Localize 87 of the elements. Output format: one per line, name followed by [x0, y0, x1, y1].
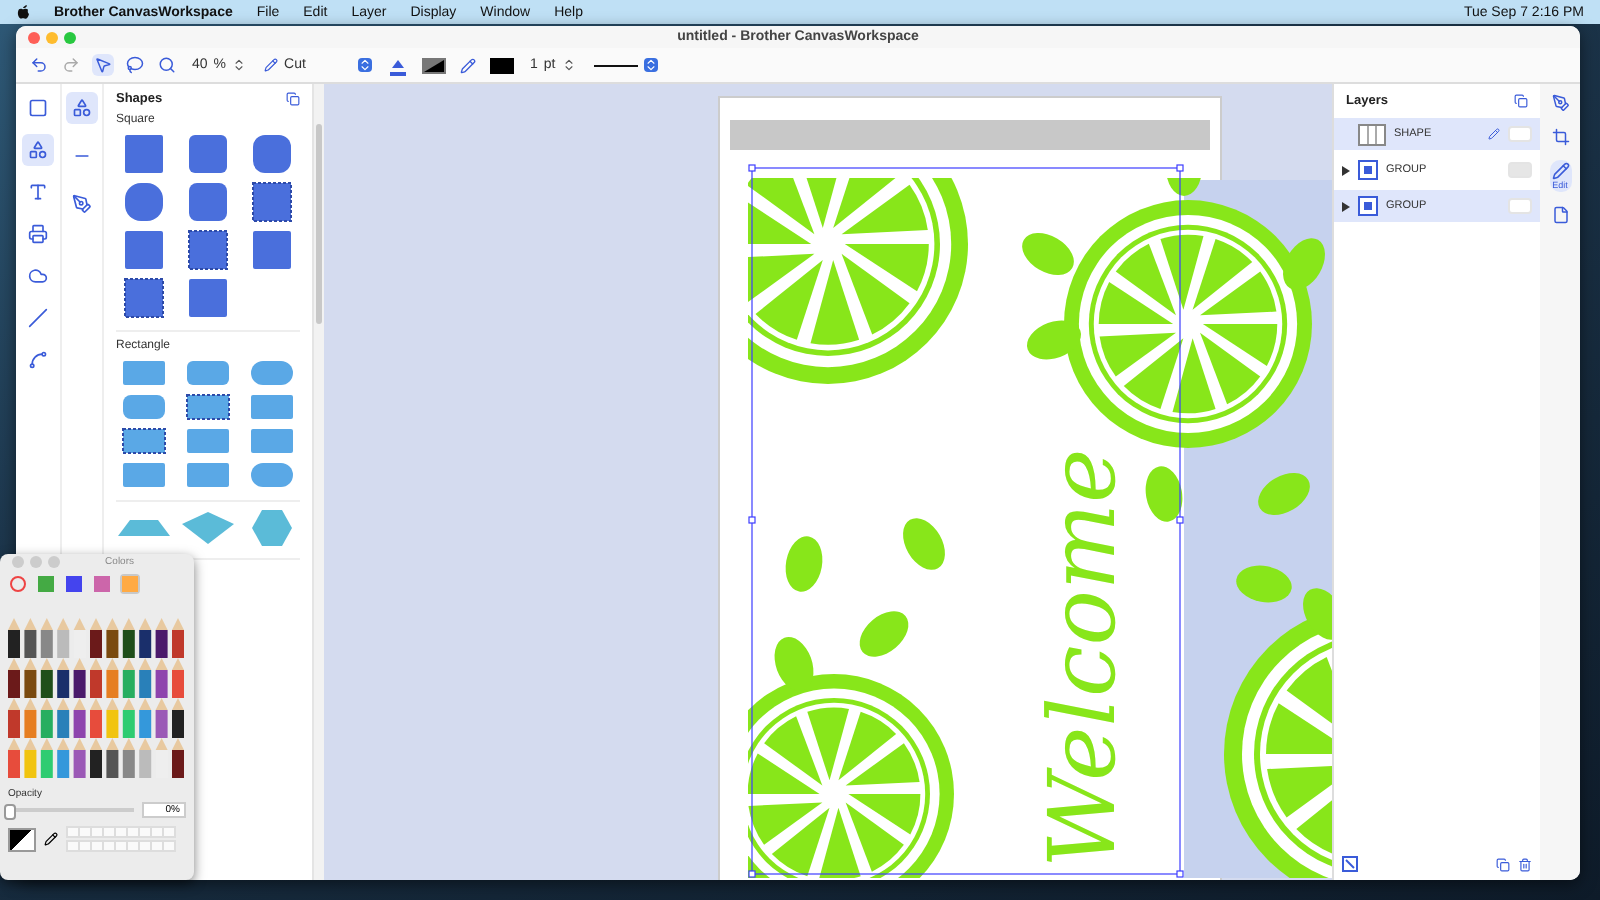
dropdown-icon [643, 58, 658, 72]
shape-icon [188, 182, 228, 222]
visibility-toggle[interactable] [1508, 126, 1532, 142]
pen-tab[interactable] [1549, 92, 1571, 114]
lasso-tool-button[interactable] [124, 54, 146, 76]
page-tab[interactable] [1549, 204, 1571, 226]
visibility-toggle[interactable] [1508, 198, 1532, 214]
line-style-dropdown[interactable] [589, 58, 662, 72]
pointer-icon [94, 56, 112, 74]
shapes-icon [28, 140, 48, 160]
stroke-color-button[interactable] [457, 55, 478, 75]
shape-thumbnail-icon [1358, 123, 1386, 145]
close-button[interactable] [28, 31, 40, 43]
wheel-mode-button[interactable] [8, 574, 28, 594]
pen-icon [264, 58, 279, 72]
expand-arrow-icon [1342, 201, 1350, 211]
eyedropper-icon [44, 832, 58, 846]
shape-icon [124, 278, 164, 318]
search-icon [158, 56, 176, 74]
stepper-icon [561, 58, 576, 72]
shape-icon [186, 428, 230, 454]
redo-icon [62, 56, 80, 74]
pen-icon [1488, 128, 1500, 140]
detach-icon [286, 92, 300, 106]
curve-icon [28, 350, 48, 370]
apple-logo-icon [16, 4, 30, 20]
shapes-icon [72, 98, 92, 118]
trash-icon [1518, 857, 1532, 871]
diamond-shape-icon [182, 512, 234, 544]
shape-icon [250, 462, 294, 488]
shape-icon [188, 230, 228, 270]
swatch-grid[interactable] [66, 826, 172, 852]
edit-icon [1551, 162, 1569, 180]
pen-icon [1551, 94, 1569, 112]
shape-icon [250, 428, 294, 454]
cloud-icon [28, 266, 48, 286]
page-icon [1551, 206, 1569, 224]
line-icon [28, 308, 48, 328]
duplicate-icon [1496, 857, 1510, 871]
pen-icon [459, 57, 476, 73]
trapezoid-shape-icon [118, 520, 170, 536]
expand-arrow-icon [1342, 165, 1350, 175]
shape-icon [252, 230, 292, 270]
crop-tab[interactable] [1549, 126, 1571, 148]
crop-icon [1551, 128, 1569, 146]
shape-icon [250, 394, 294, 420]
shape-icon [250, 360, 294, 386]
zoom-tool-button[interactable] [156, 54, 178, 76]
undo-icon [30, 56, 48, 74]
shape-icon [124, 134, 164, 174]
shape-icon [124, 182, 164, 222]
colored-pencils-drawing[interactable] [6, 618, 188, 782]
lasso-icon [126, 56, 144, 74]
shape-icon [188, 278, 228, 318]
gradient-swatch-icon [421, 57, 446, 73]
shape-icon [186, 360, 230, 386]
shape-icon [122, 428, 166, 454]
shape-icon [186, 462, 230, 488]
shape-icon [188, 134, 228, 174]
frame-icon [28, 98, 48, 118]
pen-icon [72, 194, 92, 214]
swatch-icon [489, 57, 514, 73]
shape-icon [122, 360, 166, 386]
shapes-tool-button[interactable] [22, 134, 54, 166]
color-wheel-icon [10, 576, 26, 592]
shape-icon [252, 182, 292, 222]
stepper-icon [232, 58, 247, 72]
printer-icon [28, 224, 48, 244]
shapes-tab[interactable] [66, 92, 98, 124]
detach-icon [1514, 94, 1528, 108]
welcome-script-text: Welcome [1028, 448, 1136, 868]
shape-icon [252, 134, 292, 174]
shape-icon [122, 462, 166, 488]
visibility-toggle[interactable] [1508, 162, 1532, 178]
undo-button[interactable] [28, 54, 50, 76]
shape-icon [124, 230, 164, 270]
fit-icon [1342, 856, 1358, 872]
color-well[interactable] [8, 827, 36, 851]
text-icon [28, 182, 48, 202]
shape-icon [122, 394, 166, 420]
pointer-tool-button[interactable] [92, 54, 114, 76]
dropdown-icon [357, 58, 372, 72]
hexagon-shape-icon [252, 510, 292, 546]
stroke-swatch-button[interactable] [487, 55, 516, 75]
fill-swatch-button[interactable] [419, 55, 448, 75]
shape-icon [186, 394, 230, 420]
line-style-icon [593, 61, 638, 69]
